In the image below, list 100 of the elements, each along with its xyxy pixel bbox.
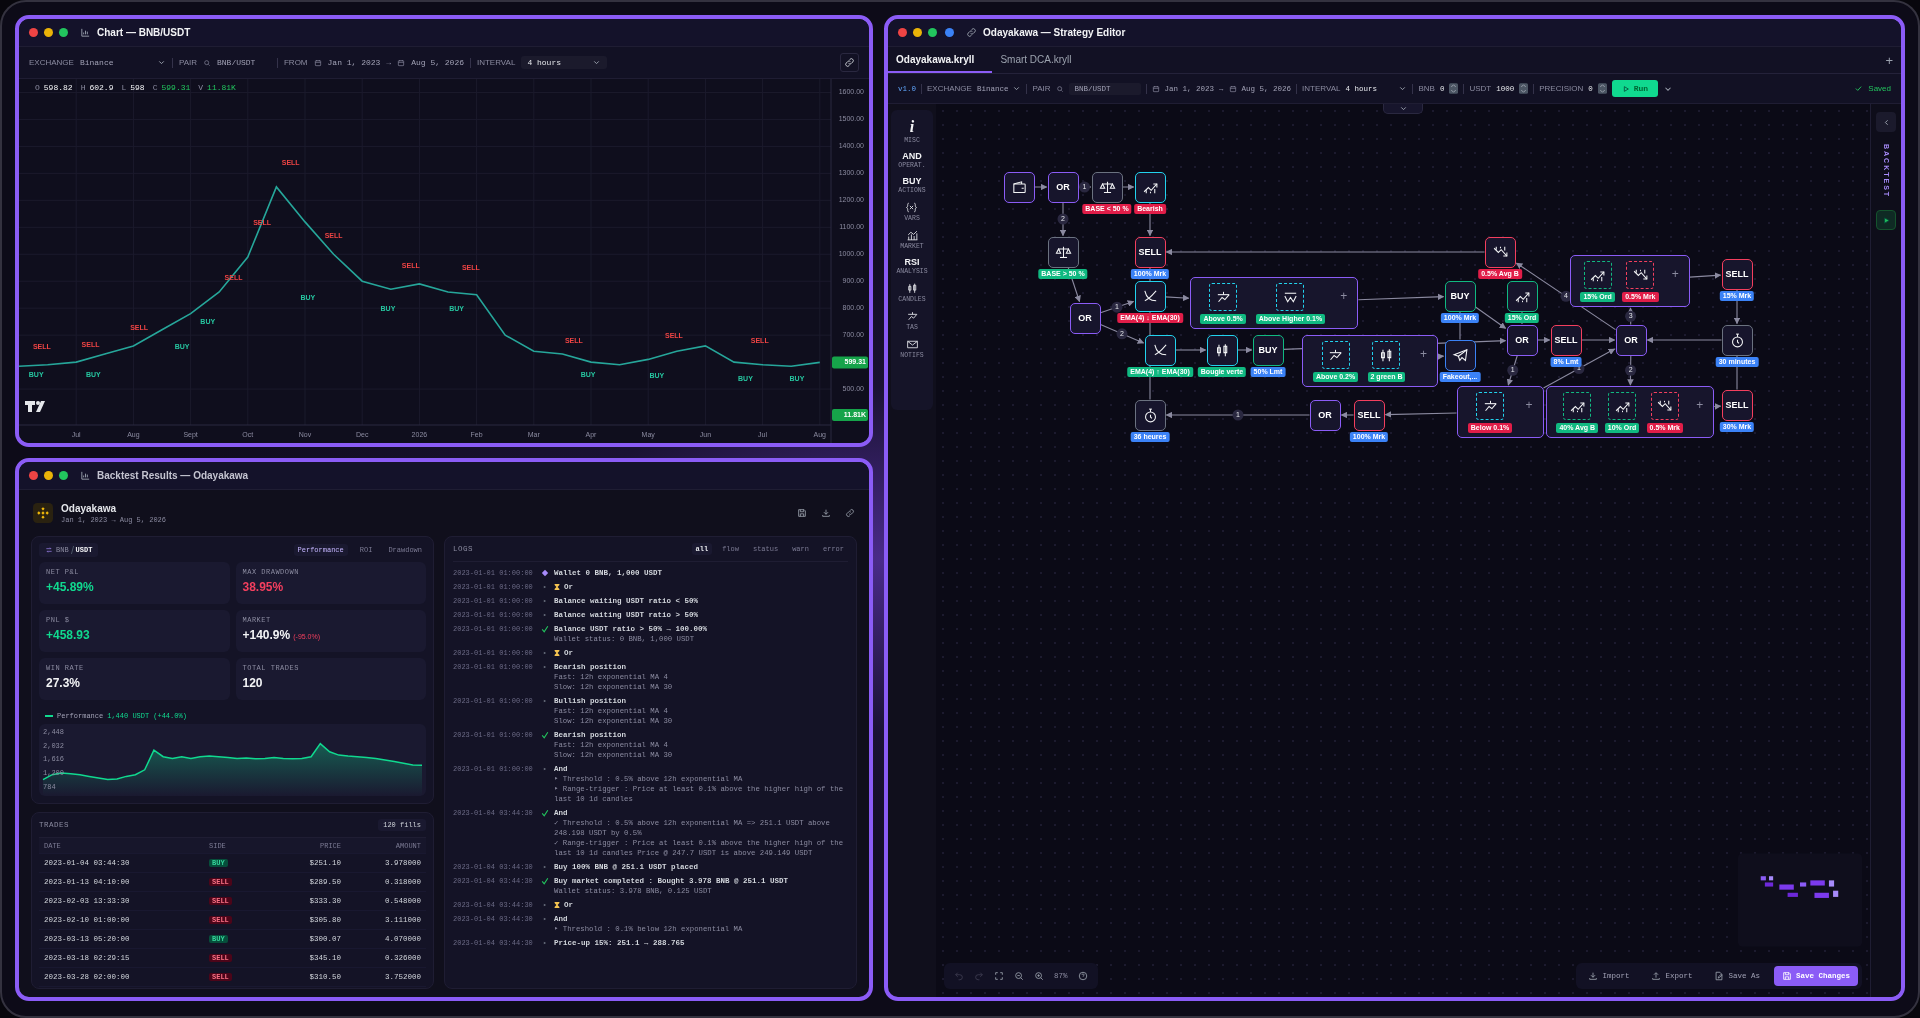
- minimize-button[interactable]: [44, 28, 53, 37]
- operator-node[interactable]: OR: [1069, 302, 1101, 334]
- zoom-button[interactable]: [59, 28, 68, 37]
- envelope-icon[interactable]: [905, 338, 919, 351]
- add-slot-button[interactable]: +: [1671, 267, 1679, 281]
- bar-chart-icon: [80, 470, 91, 481]
- connector-arrow: [1121, 183, 1135, 191]
- swap-icon: [45, 545, 53, 554]
- block-node[interactable]: [1003, 171, 1035, 203]
- condition-slot[interactable]: [1372, 341, 1401, 369]
- save-icon: [1782, 971, 1792, 981]
- connector-arrow: [1236, 346, 1253, 354]
- field-label: INTERVAL: [477, 58, 516, 67]
- palette-item[interactable]: i: [909, 118, 915, 136]
- file-tab[interactable]: Smart DCA.kryll: [992, 47, 1090, 73]
- condition-slot[interactable]: [1608, 392, 1637, 420]
- minimize-button[interactable]: [913, 28, 922, 37]
- bar-chart-icon[interactable]: [905, 229, 919, 242]
- link-icon[interactable]: [840, 53, 859, 72]
- operator-node[interactable]: OR: [1506, 324, 1538, 356]
- window-title: Backtest Results — Odayakawa: [97, 470, 249, 481]
- add-slot-button[interactable]: +: [1340, 289, 1348, 303]
- condition-slot[interactable]: [1209, 283, 1238, 311]
- ohlc-label: O: [35, 83, 40, 92]
- stat-value: +140.9%: [242, 628, 291, 642]
- logo-icon: [25, 401, 45, 412]
- ohlc-value: 11.81K: [207, 83, 236, 92]
- play-icon: [1881, 215, 1891, 225]
- link-icon: [966, 27, 977, 38]
- link-icon[interactable]: [845, 508, 855, 518]
- flow-canvas[interactable]: [936, 104, 1870, 997]
- bar-chart-icon: [80, 27, 91, 38]
- add-slot-button[interactable]: +: [1419, 347, 1427, 361]
- add-slot-button[interactable]: +: [1696, 398, 1704, 412]
- minimap[interactable]: [1738, 853, 1862, 947]
- pair-field[interactable]: BNB/USDT: [217, 58, 271, 67]
- operator-node[interactable]: OR: [1047, 171, 1079, 203]
- add-tab-button[interactable]: +: [1877, 47, 1901, 73]
- field-label: FROM: [284, 58, 308, 67]
- exchange-select[interactable]: Binance: [79, 58, 166, 67]
- chevron-down-icon: [156, 58, 166, 67]
- zoom-out-icon: [1014, 971, 1024, 981]
- stepper-icon[interactable]: [1449, 83, 1459, 94]
- ohlc-value: 598: [130, 83, 145, 92]
- field-label: PAIR: [178, 58, 197, 67]
- help-icon[interactable]: [1077, 971, 1088, 981]
- ohlc-label: C: [152, 83, 158, 92]
- palette-item[interactable]: AND: [902, 151, 922, 161]
- date-field[interactable]: Jan 1, 2023: [327, 58, 381, 67]
- palette-item[interactable]: BUY: [902, 176, 922, 186]
- date-field[interactable]: Aug 5, 2026: [411, 58, 464, 67]
- trendline-icon[interactable]: [905, 310, 919, 323]
- stepper-icon[interactable]: [1519, 83, 1529, 94]
- close-button[interactable]: [29, 471, 38, 480]
- close-button[interactable]: [898, 28, 907, 37]
- zoom-button[interactable]: [59, 471, 68, 480]
- run-button[interactable]: Run: [1611, 80, 1659, 97]
- exchange-logo-icon: [33, 503, 53, 523]
- zoom-in-button[interactable]: [1034, 971, 1044, 981]
- condition-slot[interactable]: [1276, 283, 1305, 311]
- ohlc-value: 599.31: [161, 83, 191, 92]
- stat-value: 27.3%: [46, 676, 81, 690]
- ohlc-label: L: [121, 83, 127, 92]
- app-icon: [945, 28, 954, 37]
- connector-arrow: [1099, 300, 1135, 314]
- palette-item[interactable]: RSI: [904, 257, 920, 267]
- fit-view-button[interactable]: [994, 971, 1004, 981]
- operator-node[interactable]: OR: [1309, 399, 1341, 431]
- connector-arrow: [1474, 306, 1507, 329]
- operator-node[interactable]: OR: [1615, 324, 1647, 356]
- download-icon[interactable]: [821, 508, 831, 518]
- field-label: EXCHANGE: [29, 58, 74, 67]
- calendar-icon: [313, 58, 322, 67]
- condition-slot[interactable]: [1626, 261, 1655, 289]
- upload-icon: [1651, 971, 1662, 981]
- add-slot-button[interactable]: +: [1525, 398, 1533, 412]
- stat-value: +45.89%: [46, 580, 94, 594]
- candlestick-icon[interactable]: [905, 282, 919, 295]
- condition-slot[interactable]: [1321, 341, 1350, 369]
- condition-slot[interactable]: [1563, 392, 1592, 420]
- variable-icon[interactable]: [905, 201, 919, 214]
- minimize-button[interactable]: [44, 471, 53, 480]
- zoom-button[interactable]: [928, 28, 937, 37]
- undo-icon: [954, 971, 964, 981]
- stepper-icon[interactable]: [1597, 83, 1607, 94]
- condition-slot[interactable]: [1583, 261, 1612, 289]
- field-label: INTERVAL: [1302, 84, 1341, 93]
- stat-value: 38.95%: [242, 580, 284, 594]
- save-status: Saved: [1868, 84, 1891, 93]
- condition-slot[interactable]: [1650, 392, 1679, 420]
- zoom-out-button[interactable]: [1014, 971, 1024, 981]
- interval-select[interactable]: 4 hours: [521, 56, 608, 69]
- condition-slot[interactable]: [1476, 392, 1504, 420]
- fit-screen-icon: [994, 971, 1004, 981]
- play-icon: [1621, 84, 1630, 93]
- chevron-down-icon: [1398, 84, 1408, 93]
- save-icon[interactable]: [797, 508, 807, 518]
- close-button[interactable]: [29, 28, 38, 37]
- field-label: BNB: [1418, 84, 1435, 93]
- wallet-icon: [1010, 178, 1028, 196]
